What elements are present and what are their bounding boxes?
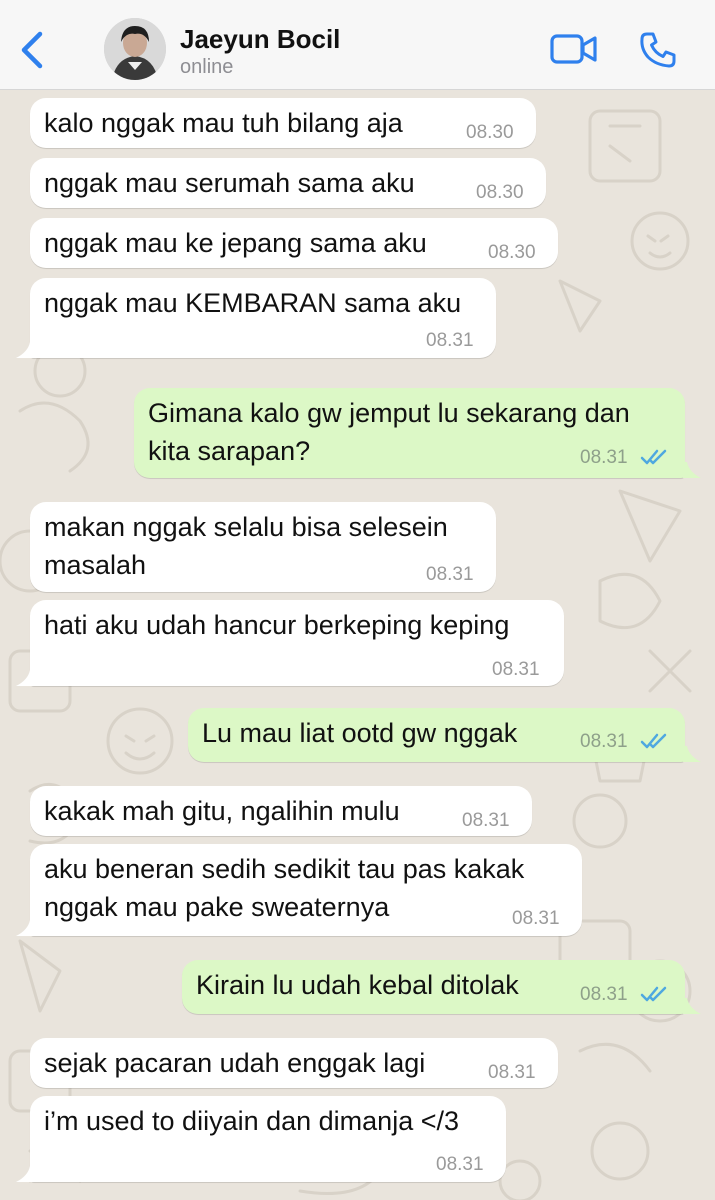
message-time: 08.31: [580, 447, 628, 468]
bubble-tail: [683, 998, 701, 1014]
chat-background: kalo nggak mau tuh bilang aja 08.30 ngga…: [0, 91, 715, 1200]
message-text: Kirain lu udah kebal ditolak: [196, 970, 519, 1000]
avatar[interactable]: [104, 18, 166, 80]
read-ticks-icon: [640, 733, 667, 749]
read-ticks-icon: [640, 986, 667, 1002]
message-time: 08.31: [462, 810, 510, 831]
message-text: makan nggak selalu bisa selesein masalah: [44, 512, 448, 580]
message-incoming[interactable]: sejak pacaran udah enggak lagi 08.31: [30, 1038, 558, 1088]
message-text: kakak mah gitu, ngalihin mulu: [44, 796, 400, 826]
video-camera-icon: [550, 34, 597, 64]
message-text: Lu mau liat ootd gw nggak: [202, 718, 518, 748]
message-incoming[interactable]: nggak mau serumah sama aku 08.30: [30, 158, 546, 208]
bubble-tail: [16, 1166, 34, 1182]
read-ticks-icon: [640, 449, 667, 465]
voice-call-button[interactable]: [638, 30, 678, 70]
message-text: i’m used to diiyain dan dimanja </3: [44, 1106, 459, 1136]
message-incoming[interactable]: i’m used to diiyain dan dimanja </3 08.3…: [30, 1096, 506, 1182]
message-incoming[interactable]: hati aku udah hancur berkeping keping 08…: [30, 600, 564, 686]
message-incoming[interactable]: nggak mau ke jepang sama aku 08.30: [30, 218, 558, 268]
message-text: nggak mau ke jepang sama aku: [44, 228, 427, 258]
message-time: 08.30: [488, 242, 536, 263]
bubble-tail: [16, 342, 34, 358]
message-incoming[interactable]: makan nggak selalu bisa selesein masalah…: [30, 502, 496, 592]
bubble-tail: [16, 920, 34, 936]
chevron-left-icon: [21, 31, 43, 69]
message-incoming[interactable]: aku beneran sedih sedikit tau pas kakak …: [30, 844, 582, 936]
message-text: hati aku udah hancur berkeping keping: [44, 610, 510, 640]
contact-status: online: [180, 56, 234, 78]
chat-header: Jaeyun Bocil online: [0, 0, 715, 90]
message-time: 08.31: [426, 330, 474, 351]
message-time: 08.31: [426, 564, 474, 585]
video-call-button[interactable]: [550, 32, 598, 66]
message-outgoing[interactable]: Lu mau liat ootd gw nggak 08.31: [188, 708, 685, 762]
message-text: sejak pacaran udah enggak lagi: [44, 1048, 426, 1078]
message-time: 08.30: [466, 122, 514, 143]
message-text: nggak mau serumah sama aku: [44, 168, 415, 198]
message-time: 08.31: [580, 731, 628, 752]
message-text: nggak mau KEMBARAN sama aku: [44, 288, 462, 318]
contact-name[interactable]: Jaeyun Bocil: [180, 24, 340, 55]
message-incoming[interactable]: kalo nggak mau tuh bilang aja 08.30: [30, 98, 536, 148]
phone-icon: [640, 32, 676, 68]
message-outgoing[interactable]: Kirain lu udah kebal ditolak 08.31: [182, 960, 685, 1014]
message-time: 08.30: [476, 182, 524, 203]
message-text: aku beneran sedih sedikit tau pas kakak …: [44, 854, 525, 922]
message-text: Gimana kalo gw jemput lu sekarang dan ki…: [148, 398, 630, 466]
back-button[interactable]: [14, 28, 50, 72]
message-text: kalo nggak mau tuh bilang aja: [44, 108, 403, 138]
bubble-tail: [683, 462, 701, 478]
message-incoming[interactable]: nggak mau KEMBARAN sama aku 08.31: [30, 278, 496, 358]
message-outgoing[interactable]: Gimana kalo gw jemput lu sekarang dan ki…: [134, 388, 685, 478]
message-time: 08.31: [492, 659, 540, 680]
message-time: 08.31: [512, 908, 560, 929]
message-time: 08.31: [488, 1062, 536, 1083]
bubble-tail: [683, 746, 701, 762]
message-incoming[interactable]: kakak mah gitu, ngalihin mulu 08.31: [30, 786, 532, 836]
message-time: 08.31: [436, 1154, 484, 1175]
bubble-tail: [16, 670, 34, 686]
message-time: 08.31: [580, 984, 628, 1005]
